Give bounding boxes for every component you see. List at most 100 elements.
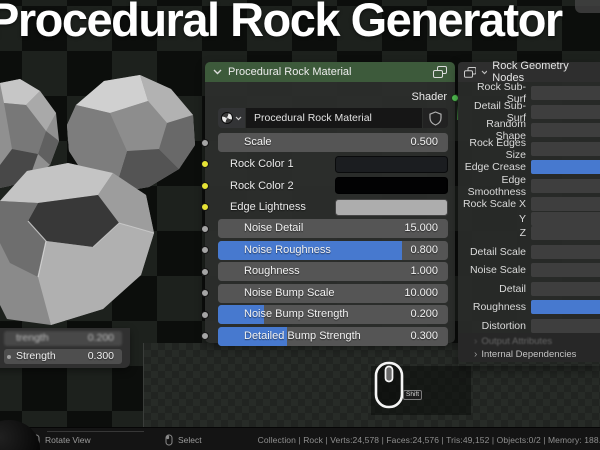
param-scale[interactable]: Scale 0.500	[201, 133, 448, 152]
divider	[47, 431, 144, 432]
input-socket[interactable]	[201, 138, 209, 147]
input-socket[interactable]	[201, 203, 209, 211]
geo-param-rock-scale-x[interactable]: Rock Scale X	[458, 197, 600, 211]
geo-param-detail-sub-surf[interactable]: Detail Sub-Surf	[458, 100, 600, 124]
value-field[interactable]	[531, 178, 600, 193]
corner-param-row[interactable]: trength 0.200	[4, 331, 122, 346]
value-field[interactable]	[531, 104, 600, 119]
value-field[interactable]	[531, 211, 600, 226]
param-noise-detail[interactable]: Noise Detail 15.000	[201, 219, 448, 238]
material-node: Procedural Rock Material Shader Procedur…	[201, 62, 459, 346]
input-socket[interactable]	[201, 267, 209, 276]
param-roughness[interactable]: Roughness 1.000	[201, 262, 448, 281]
material-node-header[interactable]: Procedural Rock Material	[205, 62, 455, 82]
value-field[interactable]	[531, 318, 600, 333]
value-field[interactable]	[531, 300, 600, 314]
hint-rotate-view: Rotate View	[32, 434, 91, 446]
geo-param-detail-scale[interactable]: Detail Scale	[458, 244, 600, 259]
chevron-right-icon: ›	[474, 336, 478, 347]
rock-renders	[0, 75, 195, 325]
param-rock-color-2[interactable]: Rock Color 2	[201, 176, 448, 195]
corner-node: trength 0.200 Strength 0.300	[0, 328, 130, 368]
param-label: Noise Detail	[244, 222, 304, 234]
material-sphere-icon	[219, 110, 235, 126]
param-rock-color-1[interactable]: Rock Color 1	[201, 155, 448, 174]
value-field[interactable]	[531, 263, 600, 277]
page-title-wrap: Procedural Rock Generator	[0, 0, 600, 52]
geo-param-random-shape[interactable]: Random Shape	[458, 118, 600, 142]
input-socket[interactable]	[201, 224, 209, 233]
param-edge-lightness[interactable]: Edge Lightness	[201, 198, 448, 217]
input-socket[interactable]	[201, 246, 209, 254]
chevron-down-icon	[481, 70, 488, 74]
color-swatch[interactable]	[335, 198, 448, 216]
corner-param-strength[interactable]: Strength 0.300	[4, 349, 122, 364]
input-socket[interactable]	[201, 332, 209, 340]
shader-output-row: Shader	[218, 89, 447, 105]
material-dropdown-button[interactable]	[218, 108, 245, 128]
geo-param-rock-scale-z[interactable]: Z	[458, 226, 600, 240]
geo-param-detail[interactable]: Detail	[458, 281, 600, 296]
param-label: Edge Lightness	[230, 201, 306, 213]
geo-param-distortion[interactable]: Distortion	[458, 318, 600, 333]
geo-param-edge-smoothness[interactable]: Edge Smoothness	[458, 174, 600, 198]
param-value: 1.000	[410, 265, 438, 277]
mouse-icon	[374, 361, 404, 409]
input-socket[interactable]	[201, 160, 209, 168]
mouse-left-icon	[165, 434, 173, 446]
geometry-nodes-panel: Rock Geometry Nodes Rock Sub-Surf Detail…	[458, 60, 600, 366]
param-label: Roughness	[244, 265, 300, 277]
value-field[interactable]	[531, 123, 600, 137]
material-selector: Procedural Rock Material	[218, 108, 448, 128]
value-field[interactable]	[531, 86, 600, 100]
color-swatch[interactable]	[335, 155, 448, 173]
param-value: 0.500	[410, 136, 438, 148]
param-detailed-bump-strength[interactable]: Detailed Bump Strength 0.300	[201, 326, 448, 346]
input-socket[interactable]	[201, 181, 209, 190]
value-field[interactable]	[531, 160, 600, 174]
geo-param-noise-scale[interactable]: Noise Scale	[458, 263, 600, 277]
param-label: Detailed Bump Strength	[244, 329, 361, 342]
value-field[interactable]	[531, 281, 600, 296]
rock-silhouette	[0, 420, 40, 450]
section-internal-dependencies[interactable]: › Internal Dependencies	[458, 348, 600, 361]
param-label: Scale	[244, 136, 272, 148]
param-value: 0.300	[410, 329, 438, 342]
nodetree-icon	[464, 66, 476, 78]
geo-param-rock-sub-surf[interactable]: Rock Sub-Surf	[458, 81, 600, 105]
color-swatch[interactable]	[335, 177, 448, 194]
value-field[interactable]	[531, 141, 600, 156]
param-value: 0.800	[410, 243, 438, 256]
input-socket[interactable]	[201, 289, 209, 297]
geometry-panel-body: Rock Sub-Surf Detail Sub-Surf Random Sha…	[458, 81, 600, 333]
material-node-title: Procedural Rock Material	[228, 66, 352, 78]
blender-screenshot: Procedural Rock Generator Procedural Roc…	[0, 0, 600, 450]
param-noise-bump-strength[interactable]: Noise Bump Strength 0.200	[201, 305, 448, 324]
material-params: Scale 0.500 Rock Color 1 Rock Color 2 Edg…	[201, 133, 448, 346]
param-label: Rock Color 2	[230, 179, 294, 192]
input-socket[interactable]	[201, 310, 209, 319]
geo-param-edge-crease[interactable]: Edge Crease	[458, 160, 600, 174]
geo-param-roughness[interactable]: Roughness	[458, 300, 600, 314]
value-field[interactable]	[531, 244, 600, 259]
chevron-right-icon: ›	[474, 349, 478, 360]
shader-output-label: Shader	[411, 91, 447, 103]
value-field[interactable]	[531, 197, 600, 211]
fake-user-button[interactable]	[423, 108, 448, 128]
geometry-panel-header[interactable]: Rock Geometry Nodes	[458, 60, 600, 84]
section-output-attributes[interactable]: › Output Attributes	[458, 335, 600, 348]
geo-param-rock-scale-y[interactable]: Y	[458, 211, 600, 226]
param-value: 0.200	[410, 308, 438, 320]
page-title: Procedural Rock Generator	[0, 0, 563, 46]
key-badge: Shift	[403, 390, 423, 400]
geo-param-rock-edges-size[interactable]: Rock Edges Size	[458, 137, 600, 161]
material-node-body: Shader Procedural Rock Material Scale 0.5…	[201, 82, 455, 346]
material-name-field[interactable]: Procedural Rock Material	[246, 108, 422, 128]
param-noise-roughness[interactable]: Noise Roughness 0.800	[201, 240, 448, 260]
param-noise-bump-scale[interactable]: Noise Bump Scale 10.000	[201, 283, 448, 303]
param-label: Rock Color 1	[230, 158, 294, 170]
value-field[interactable]	[531, 226, 600, 240]
param-label: Noise Bump Strength	[244, 308, 349, 320]
rock-bottom	[0, 163, 155, 325]
param-value: 15.000	[404, 222, 438, 234]
